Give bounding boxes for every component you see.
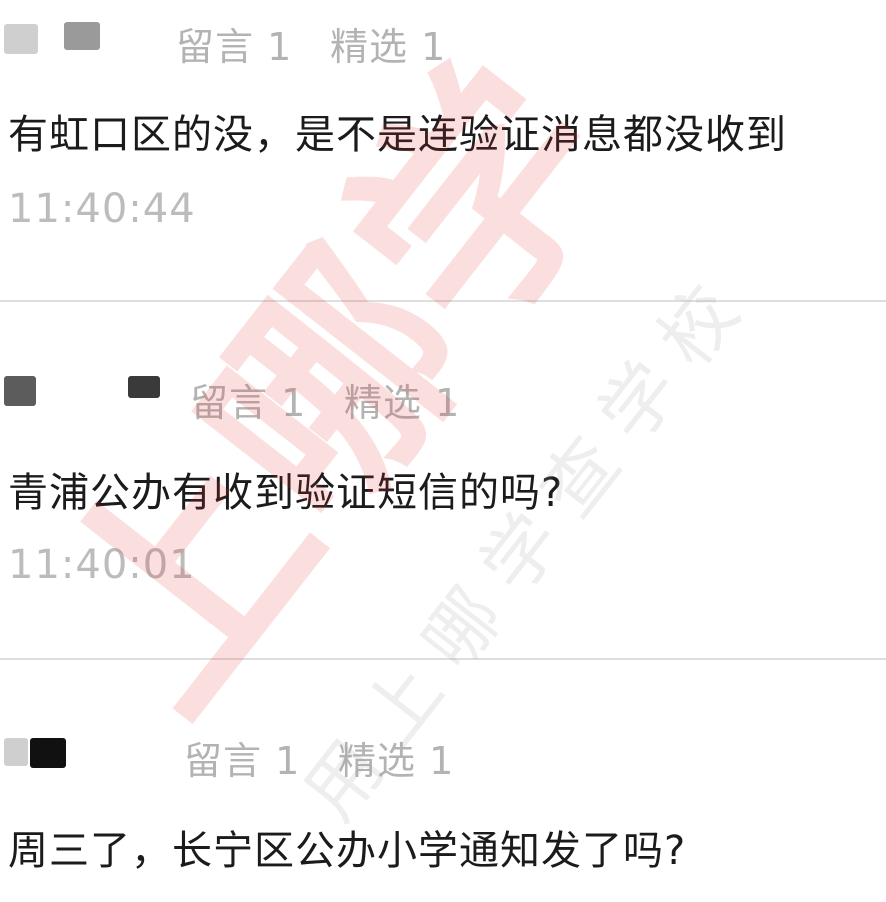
comment-text: 有虹口区的没，是不是连验证消息都没收到 <box>8 112 787 158</box>
avatar <box>4 738 28 766</box>
comment-text: 青浦公办有收到验证短信的吗? <box>8 470 564 516</box>
featured-count: 精选 1 <box>330 25 447 69</box>
divider <box>0 658 886 660</box>
message-count: 留言 1 <box>190 381 307 425</box>
avatar <box>4 376 36 406</box>
featured-count: 精选 1 <box>344 381 461 425</box>
featured-count: 精选 1 <box>338 739 455 783</box>
comment-text: 周三了，长宁区公办小学通知发了吗? <box>8 828 687 874</box>
comment-meta: 留言 1 精选 1 <box>0 372 886 425</box>
username-blur <box>64 22 100 50</box>
message-count: 留言 1 <box>176 25 293 69</box>
avatar <box>4 24 38 54</box>
comment-time: 11:40:01 <box>8 542 196 588</box>
avatar-blur <box>30 738 66 768</box>
message-count: 留言 1 <box>184 739 301 783</box>
comment-meta: 留言 1 精选 1 <box>0 728 886 783</box>
comment-time: 11:40:44 <box>8 186 196 232</box>
comment-meta: 留言 1 精选 1 <box>0 14 886 69</box>
divider <box>0 300 886 302</box>
username-blur <box>128 376 160 398</box>
